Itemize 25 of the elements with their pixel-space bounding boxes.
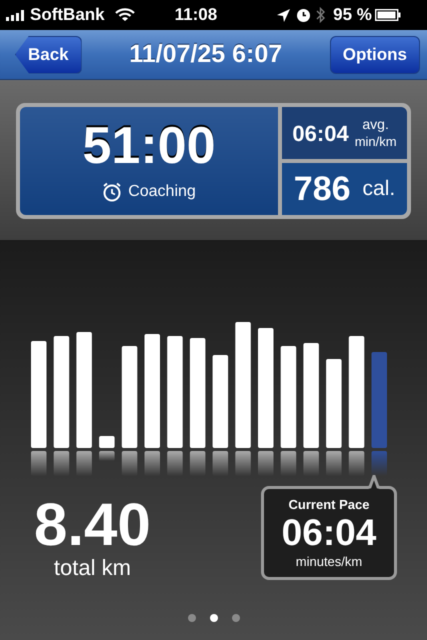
- carrier-name: SoftBank: [30, 4, 105, 26]
- avg-label: avg.: [362, 116, 389, 133]
- battery-percent: 95 %: [333, 4, 372, 26]
- current-pace-unit: minutes/km: [296, 553, 362, 571]
- wifi-icon: [114, 8, 135, 22]
- pace-bar: [99, 436, 115, 461]
- bluetooth-icon: [316, 7, 326, 23]
- coaching-label: Coaching: [128, 182, 196, 202]
- avg-unit: min/km: [354, 133, 397, 150]
- distance-value: 8.40: [34, 494, 151, 556]
- clock-icon: [297, 8, 310, 22]
- battery-icon: [374, 9, 401, 21]
- navigation-title: 11/07/25 6:07: [129, 38, 282, 70]
- avg-pace-value: 06:04: [292, 120, 349, 148]
- current-pace-value: 06:04: [282, 514, 376, 552]
- current-pace-label: Current Pace: [288, 496, 370, 514]
- location-arrow-icon: [277, 8, 290, 22]
- calories-unit: cal.: [362, 176, 396, 202]
- options-button[interactable]: Options: [330, 36, 420, 74]
- timer-icon: [102, 182, 122, 202]
- calories-value: 786: [294, 168, 351, 210]
- distance-unit: total km: [54, 556, 131, 580]
- back-button[interactable]: Back: [15, 36, 82, 74]
- clock-time: 11:08: [174, 4, 218, 26]
- duration-value: 51:00: [82, 118, 216, 174]
